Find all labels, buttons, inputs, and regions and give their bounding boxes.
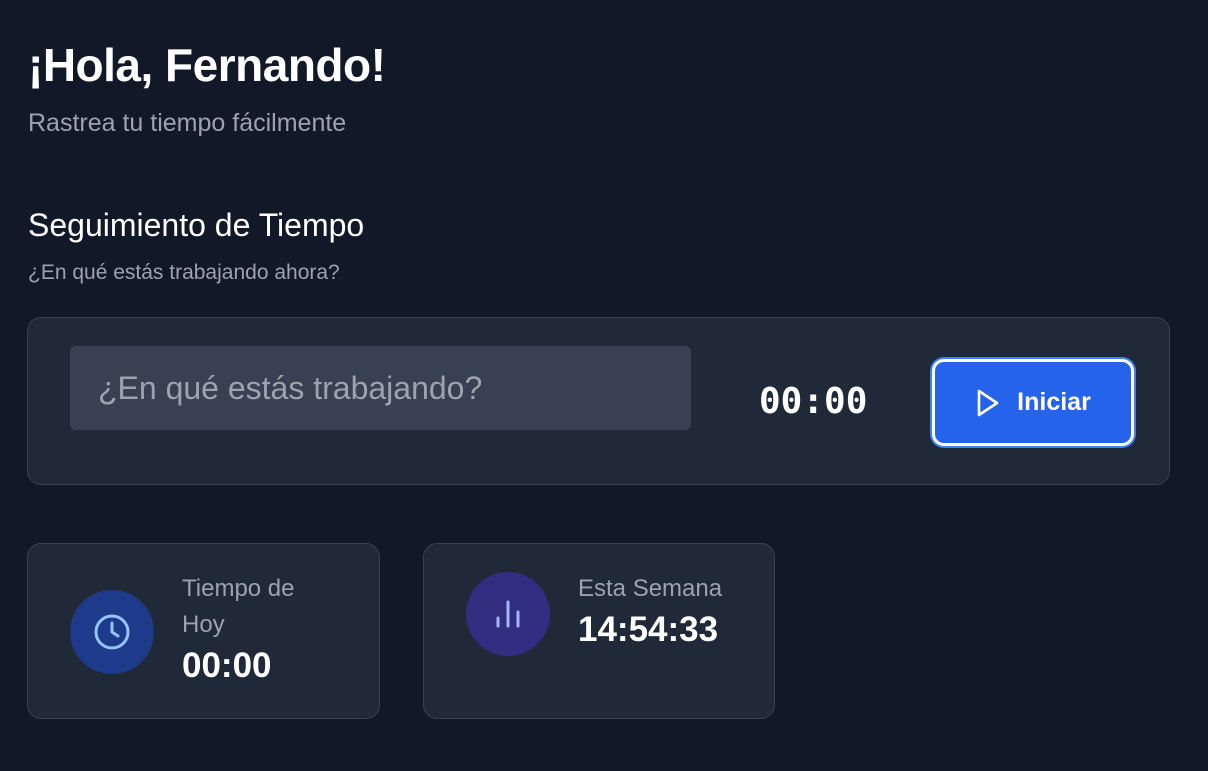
play-icon — [975, 388, 1001, 418]
greeting-title: ¡Hola, Fernando! — [28, 39, 386, 91]
start-button[interactable]: Iniciar — [932, 359, 1134, 446]
page: ¡Hola, Fernando! Rastrea tu tiempo fácil… — [0, 0, 1208, 771]
week-time-value: 14:54:33 — [578, 610, 719, 649]
start-button-label: Iniciar — [1017, 388, 1091, 416]
section-title: Seguimiento de Tiempo — [28, 207, 365, 243]
greeting-subtitle: Rastrea tu tiempo fácilmente — [28, 109, 347, 137]
today-time-value: 00:00 — [182, 646, 272, 685]
week-time-label: Esta Semana — [578, 575, 723, 602]
clock-icon — [70, 590, 154, 674]
timer-display: 00:00 — [759, 381, 868, 422]
task-description-input[interactable] — [70, 346, 691, 430]
bar-chart-icon — [466, 572, 550, 656]
week-time-text: Esta Semana 14:54:33 — [578, 571, 758, 653]
week-time-card: Esta Semana 14:54:33 — [423, 543, 775, 719]
today-time-text: Tiempo de Hoy 00:00 — [182, 571, 342, 689]
today-time-card: Tiempo de Hoy 00:00 — [27, 543, 380, 719]
today-time-label: Tiempo de Hoy — [182, 575, 295, 638]
section-prompt: ¿En qué estás trabajando ahora? — [28, 261, 340, 284]
time-tracker-card: 00:00 Iniciar — [27, 317, 1170, 485]
